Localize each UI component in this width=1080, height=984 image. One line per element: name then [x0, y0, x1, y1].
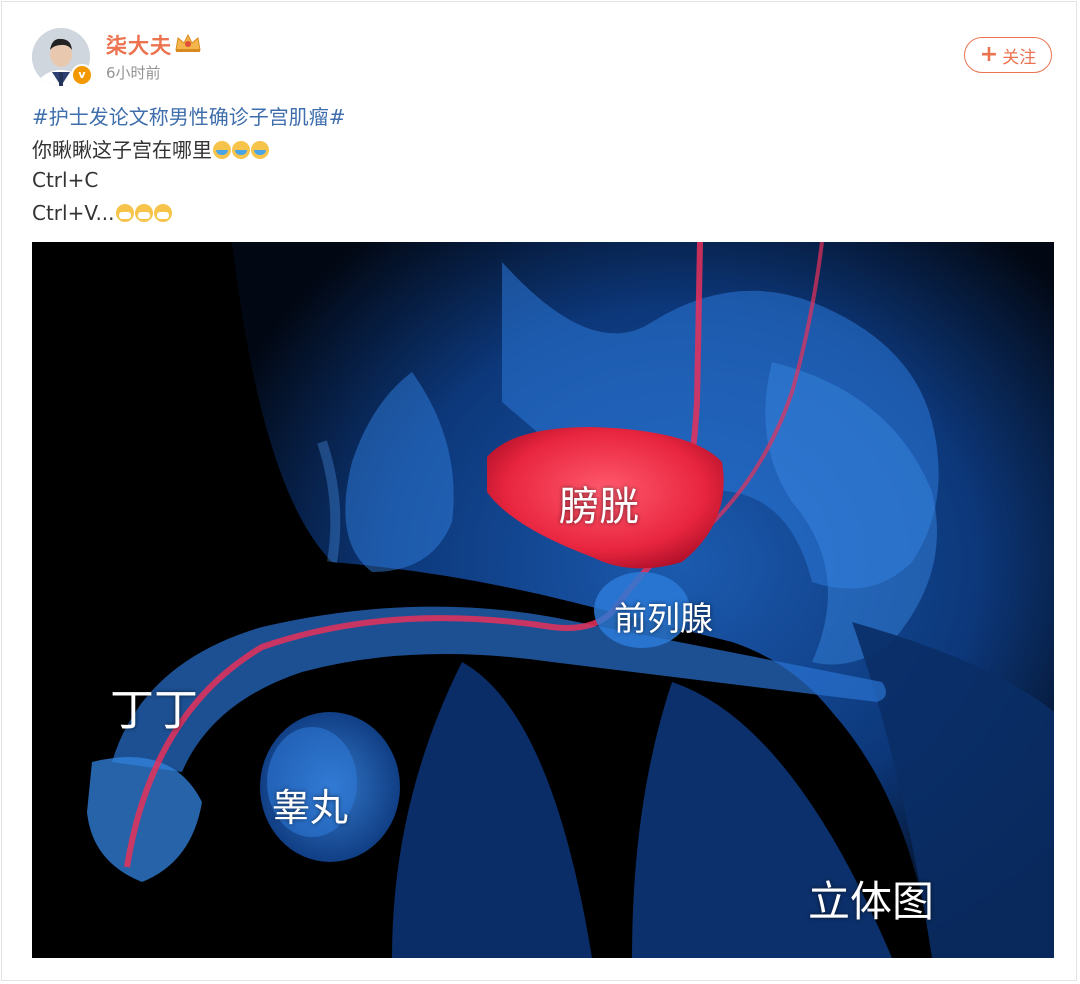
- mask-emoji-icon: [134, 204, 153, 222]
- bladder-label: 膀胱: [559, 484, 639, 530]
- prostate-label: 前列腺: [614, 599, 713, 638]
- laugh-cry-emoji-icon: [213, 141, 231, 159]
- laugh-cry-emoji-icon: [251, 141, 269, 159]
- follow-label: 关注: [1002, 47, 1037, 68]
- post-image[interactable]: 膀胱 前列腺 丁丁 睾丸 立体图: [32, 242, 1054, 958]
- crown-badge-icon: [175, 33, 201, 52]
- verified-badge-icon: v: [71, 64, 93, 86]
- hashtag-link[interactable]: #护士发论文称男性确诊子宫肌瘤#: [32, 105, 346, 129]
- plus-icon: +: [979, 42, 999, 67]
- post-text-line-3: Ctrl+C: [32, 168, 98, 192]
- mask-emoji-icon: [115, 204, 134, 222]
- post-time: 6小时前: [106, 64, 161, 82]
- post-text: Ctrl+V...: [32, 201, 115, 225]
- laugh-cry-emoji-icon: [232, 141, 250, 159]
- testis-label: 睾丸: [272, 786, 349, 830]
- follow-button[interactable]: + 关注: [964, 37, 1052, 73]
- post-text-line-1: #护士发论文称男性确诊子宫肌瘤#: [32, 101, 346, 130]
- post-text-line-4: Ctrl+V...: [32, 201, 172, 225]
- post-text-line-2: 你瞅瞅这子宫在哪里: [32, 134, 269, 163]
- post-text: 你瞅瞅这子宫在哪里: [32, 138, 212, 162]
- post-card: v 柒大夫 6小时前 + 关注 #护士发论文称男性确诊子宫肌瘤# 你瞅瞅这子宫在…: [1, 1, 1077, 981]
- penis-label: 丁丁: [110, 685, 198, 736]
- post-text: Ctrl+C: [32, 168, 99, 192]
- anatomy-illustration: [32, 242, 1054, 958]
- mask-emoji-icon: [153, 204, 172, 222]
- username[interactable]: 柒大夫: [106, 30, 172, 60]
- image-caption: 立体图: [808, 877, 935, 926]
